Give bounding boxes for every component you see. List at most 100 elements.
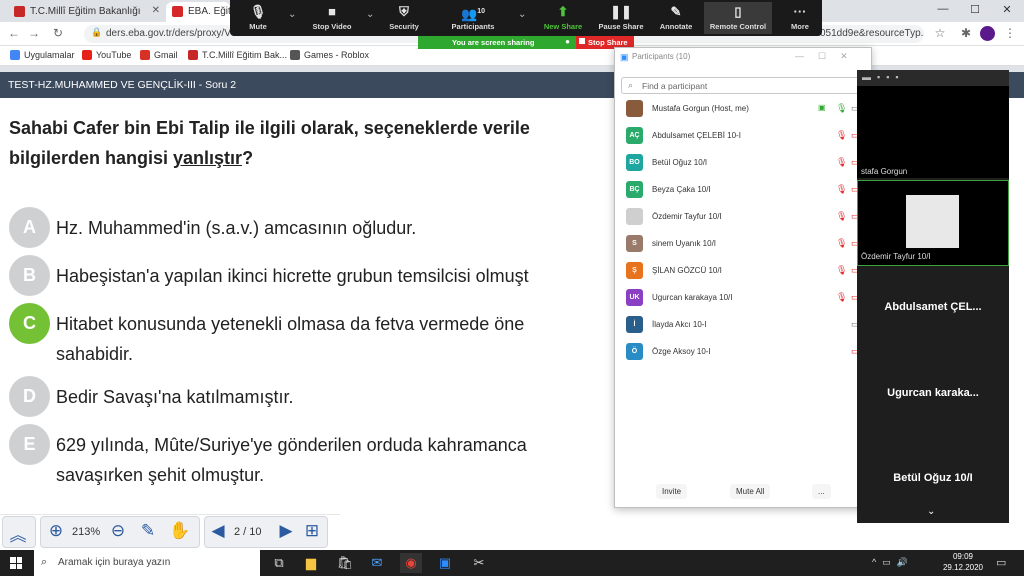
bookmark-gmail[interactable]: Gmail bbox=[140, 50, 178, 60]
mic-muted-icon: 🎙 bbox=[836, 184, 848, 194]
option-c-text[interactable]: Hitabet konusunda yetenekli olmasa da fe… bbox=[56, 309, 524, 369]
avatar: Ş bbox=[626, 262, 643, 279]
option-b-text[interactable]: Habeşistan'a yapılan ikinci hicrette gru… bbox=[56, 261, 529, 291]
menu-dots-icon[interactable]: ⋮ bbox=[1002, 26, 1018, 40]
lock-icon: 🔒 bbox=[91, 27, 103, 37]
minimize-icon[interactable]: — bbox=[928, 3, 958, 15]
option-a-text[interactable]: Hz. Muhammed'in (s.a.v.) amcasının oğlud… bbox=[56, 213, 416, 243]
back-arrow-icon[interactable]: ← bbox=[6, 26, 22, 40]
chrome-icon[interactable]: ◉ bbox=[400, 553, 422, 573]
star-icon[interactable]: ☆ bbox=[932, 26, 948, 40]
zoom-app-icon[interactable]: ▣ bbox=[434, 553, 456, 573]
taskbar-clock[interactable]: 09:09 29.12.2020 bbox=[938, 551, 988, 573]
participant-row[interactable]: BO Betül Oğuz 10/I 🎙 ▭ bbox=[620, 152, 866, 176]
bookmark-meb[interactable]: T.C.Millî Eğitim Bak... bbox=[188, 50, 287, 60]
avatar: UK bbox=[626, 289, 643, 306]
participant-row[interactable]: İ İlayda Akcı 10-I ▭ bbox=[620, 314, 866, 338]
mic-muted-icon: 🎙 bbox=[836, 211, 848, 221]
next-page-icon[interactable]: ▶ bbox=[274, 521, 298, 541]
stop-video-button[interactable]: ■ Stop Video bbox=[306, 2, 358, 34]
annotate-button[interactable]: ✎ Annotate bbox=[654, 2, 698, 34]
double-chevron-up-icon: ︽ bbox=[9, 526, 27, 545]
page-indicator: 2 / 10 bbox=[234, 526, 262, 538]
panel-window-controls[interactable]: —☐✕ bbox=[795, 51, 862, 62]
view-toggle-icons[interactable]: ▬▪▪▪ bbox=[862, 72, 905, 82]
meb-favicon-icon bbox=[14, 6, 25, 17]
option-c-button[interactable]: C bbox=[9, 303, 50, 344]
test-title: TEST-HZ.MUHAMMED VE GENÇLİK-III - Soru 2 bbox=[8, 79, 237, 91]
new-share-button[interactable]: ⬆ New Share bbox=[538, 2, 588, 34]
more-options-button[interactable]: ... bbox=[812, 484, 831, 499]
screen-sharing-banner: You are screen sharing ● bbox=[418, 36, 576, 49]
video-options-caret-icon[interactable]: ⌄ bbox=[366, 9, 374, 20]
mic-muted-icon: 🎙 bbox=[836, 130, 848, 140]
video-tile-name: Abdulsamet ÇEL... bbox=[884, 301, 982, 313]
hand-tool-icon[interactable]: ✋ bbox=[168, 521, 192, 541]
avatar: S bbox=[626, 235, 643, 252]
maximize-icon[interactable]: ☐ bbox=[960, 3, 990, 16]
avatar: BÇ bbox=[626, 181, 643, 198]
option-d-button[interactable]: D bbox=[9, 376, 50, 417]
reload-icon[interactable]: ↻ bbox=[50, 26, 66, 40]
video-tile-host bbox=[857, 86, 1009, 178]
participant-row[interactable]: BÇ Beyza Çaka 10/I 🎙 ▭ bbox=[620, 179, 866, 203]
mute-options-caret-icon[interactable]: ⌄ bbox=[288, 9, 296, 20]
bookmark-roblox[interactable]: Games - Roblox bbox=[290, 50, 369, 60]
option-a-button[interactable]: A bbox=[9, 207, 50, 248]
security-button[interactable]: ⛨ Security bbox=[384, 2, 424, 34]
remote-control-button[interactable]: ▯ Remote Control bbox=[704, 2, 772, 34]
scroll-down-chevron-icon[interactable]: ⌄ bbox=[927, 506, 935, 517]
participant-row[interactable]: S sinem Uyanık 10/I 🎙 ▭ bbox=[620, 233, 866, 257]
find-participant-input[interactable]: ⌕ Find a participant bbox=[621, 77, 865, 94]
store-icon[interactable]: 🛍 bbox=[334, 553, 356, 573]
video-tile-name: Özdemir Tayfur 10/I bbox=[861, 252, 931, 261]
mute-button[interactable]: 🎙 Mute bbox=[240, 2, 276, 34]
participant-row[interactable]: Ö Özge Aksoy 10-I ▭ bbox=[620, 341, 866, 365]
option-e-button[interactable]: E bbox=[9, 424, 50, 465]
previous-page-icon[interactable]: ◀ bbox=[206, 521, 230, 541]
participant-row[interactable]: Özdemir Tayfur 10/I 🎙 ▭ bbox=[620, 206, 866, 230]
zoom-logo-icon: ▣ bbox=[620, 52, 629, 62]
zoom-in-icon[interactable]: ⊕ bbox=[44, 521, 68, 541]
browser-tab-eba[interactable]: EBA. Eğitim bbox=[166, 2, 230, 22]
browser-tab-meb[interactable]: T.C.Millî Eğitim Bakanlığı ✕ bbox=[8, 2, 166, 22]
participant-row[interactable]: AÇ Abdulsamet ÇELEBİ 10-I 🎙 ▭ bbox=[620, 125, 866, 149]
mail-icon[interactable]: ✉ bbox=[366, 553, 388, 573]
zoom-out-icon[interactable]: ⊖ bbox=[106, 521, 130, 541]
profile-avatar[interactable] bbox=[980, 26, 995, 41]
forward-arrow-icon[interactable]: → bbox=[26, 26, 42, 40]
participant-photo bbox=[906, 195, 959, 248]
taskbar-search-input[interactable]: ⌕ Aramak için buraya yazın bbox=[34, 550, 260, 576]
bookmark-apps[interactable]: Uygulamalar bbox=[10, 50, 75, 60]
extensions-icon[interactable]: ✱ bbox=[958, 26, 974, 40]
sharing-status-icon: ● bbox=[565, 37, 570, 46]
task-view-icon[interactable]: ⧉ bbox=[268, 553, 290, 573]
bookmark-youtube[interactable]: YouTube bbox=[82, 50, 131, 60]
mute-all-button[interactable]: Mute All bbox=[730, 484, 771, 499]
stop-square-icon bbox=[579, 38, 585, 44]
participant-row[interactable]: UK Ugurcan karakaya 10/I 🎙 ▭ bbox=[620, 287, 866, 311]
video-tile-name: Betül Oğuz 10/I bbox=[893, 472, 973, 484]
search-icon: ⌕ bbox=[41, 556, 48, 568]
pen-icon: ✎ bbox=[670, 4, 682, 19]
participant-row[interactable]: Mustafa Gorgun (Host, me) ▣ 🎙 ▭ bbox=[620, 98, 866, 122]
add-page-icon[interactable]: ⊞ bbox=[300, 521, 324, 541]
mic-on-icon: 🎙 bbox=[836, 103, 848, 113]
option-e-text[interactable]: 629 yılında, Mûte/Suriye'ye gönderilen o… bbox=[56, 430, 527, 490]
pen-tool-icon[interactable]: ✎ bbox=[136, 521, 160, 541]
invite-button[interactable]: Invite bbox=[656, 484, 688, 499]
close-tab-icon[interactable]: ✕ bbox=[152, 5, 160, 16]
pause-share-button[interactable]: ❚❚ Pause Share bbox=[596, 2, 646, 34]
file-explorer-icon[interactable]: ▆ bbox=[300, 553, 322, 573]
option-b-button[interactable]: B bbox=[9, 255, 50, 296]
close-window-icon[interactable]: ✕ bbox=[992, 3, 1022, 16]
participant-row[interactable]: Ş ŞİLAN GÖZCÜ 10/I 🎙 ▭ bbox=[620, 260, 866, 284]
participants-button[interactable]: 👥10 Participants bbox=[446, 2, 500, 34]
participants-caret-icon[interactable]: ⌄ bbox=[518, 9, 526, 20]
system-tray-icons[interactable]: ^▭🔊 bbox=[872, 557, 914, 568]
option-d-text[interactable]: Bedir Savaşı'na katılmamıştır. bbox=[56, 382, 294, 412]
more-button[interactable]: ··· More bbox=[782, 2, 818, 34]
notification-icon[interactable]: ▭ bbox=[996, 556, 1006, 569]
snipping-tool-icon[interactable]: ✂ bbox=[468, 553, 490, 573]
windows-start-icon[interactable] bbox=[10, 557, 22, 569]
